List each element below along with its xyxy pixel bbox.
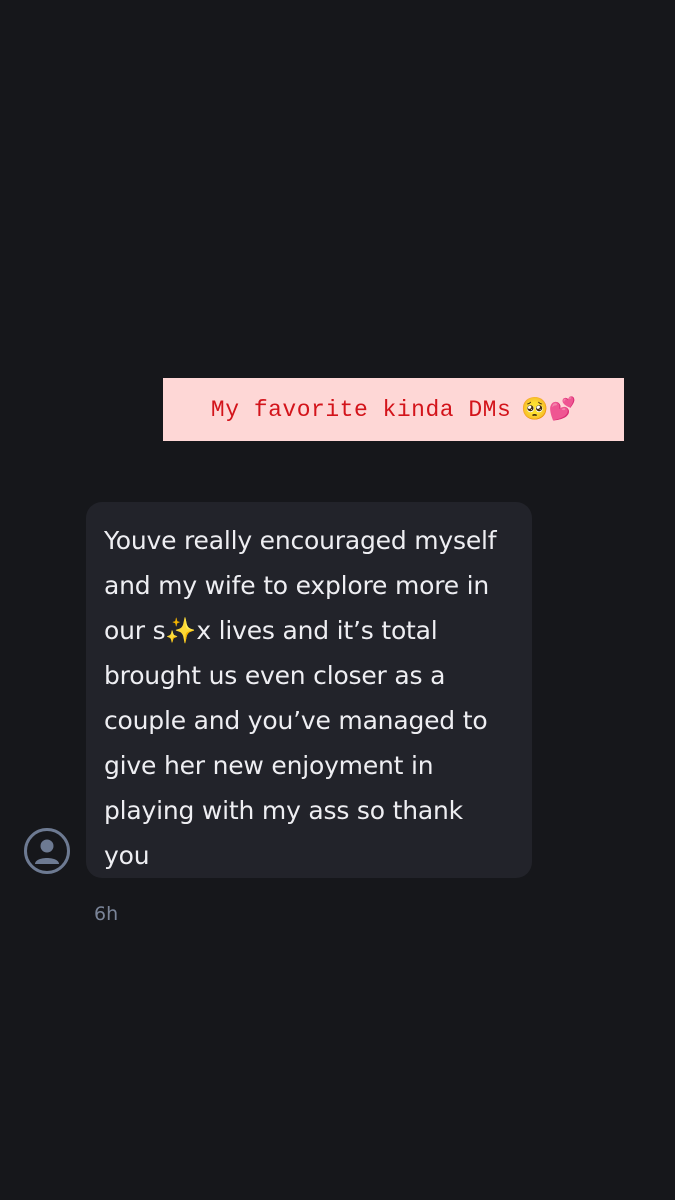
person-silhouette-icon xyxy=(35,839,59,864)
caption-emoji: 🥺💕 xyxy=(521,396,577,422)
user-avatar-icon[interactable] xyxy=(24,828,70,874)
message-timestamp: 6h xyxy=(94,903,119,925)
message-text: Youve really encouraged myself and my wi… xyxy=(104,526,497,870)
caption-text: My favorite kinda DMs xyxy=(210,396,512,423)
caption-sticker: My favorite kinda DMs 🥺💕 xyxy=(163,378,624,441)
message-bubble[interactable]: Youve really encouraged myself and my wi… xyxy=(86,502,532,878)
